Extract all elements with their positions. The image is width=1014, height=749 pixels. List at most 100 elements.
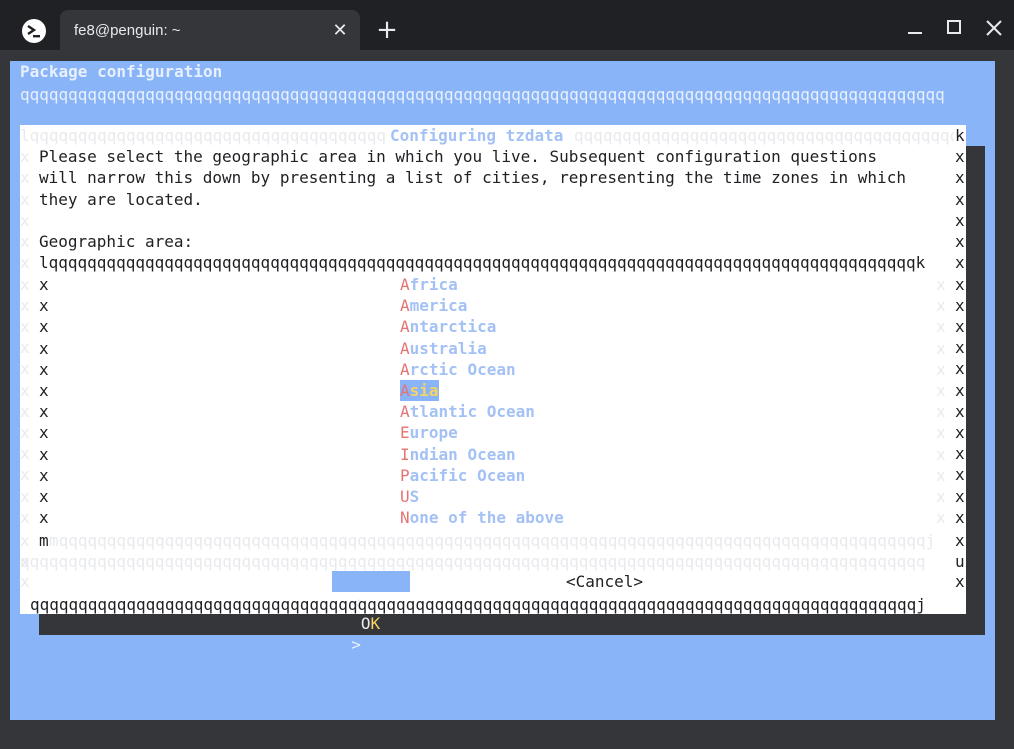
area-label: one of the above (409, 508, 564, 527)
area-label: frica (409, 275, 458, 294)
list-right-border: x (936, 275, 946, 294)
ok-label-k: K (370, 614, 381, 633)
list-left-border: x (39, 508, 49, 527)
dialog-right-border-char: u (955, 552, 965, 571)
area-option[interactable]: Indian Ocean (400, 444, 516, 465)
area-option[interactable]: Atlantic Ocean (400, 401, 535, 422)
dialog-left-border-char: x (20, 211, 30, 230)
area-option[interactable]: America (400, 295, 467, 316)
dialog-right-border-char: x (955, 190, 965, 209)
dialog-left-border-char: x (20, 296, 30, 315)
package-config-rule: qqqqqqqqqqqqqqqqqqqqqqqqqqqqqqqqqqqqqqqq… (20, 85, 945, 104)
dialog-right-border-char: x (955, 232, 965, 251)
terminal-app-icon (22, 19, 46, 43)
area-hotkey: P (400, 466, 410, 485)
dialog-left-border-char: x (20, 423, 30, 442)
list-right-border: x (936, 508, 946, 527)
separator-rule: qqqqqqqqqqqqqqqqqqqqqqqqqqqqqqqqqqqqqqqq… (20, 552, 926, 571)
area-label: rctic Ocean (409, 360, 516, 379)
area-option[interactable]: Australia (400, 338, 487, 359)
list-right-border: x (936, 487, 946, 506)
dialog-right-border-char: x (955, 275, 965, 294)
cancel-button[interactable]: <Cancel> (566, 571, 643, 592)
dialog-left-border-char: x (20, 359, 30, 378)
area-option-selected[interactable]: Asia (400, 380, 439, 401)
tab-title: fe8@penguin: ~ (74, 22, 181, 39)
dialog-left-border-char: x (20, 402, 30, 421)
ok-button[interactable]: < OK > (332, 571, 410, 654)
area-hotkey: I (400, 445, 410, 464)
list-right-border: x (936, 445, 946, 464)
dialog-top-right-rule: qqqqqqqqqqqqqqqqqqqqqqqqqqqqqqqqqqqqqqqq (574, 126, 954, 145)
minimize-button[interactable] (900, 14, 928, 42)
dialog-left-border-char: x (20, 190, 30, 209)
dialog-top-right-corner: k (955, 126, 965, 145)
dialog-right-border-char: x (955, 423, 965, 442)
ok-label-o: O (351, 614, 371, 633)
dialog-left-border-char: x (20, 338, 30, 357)
list-left-border: x (39, 275, 49, 294)
new-tab-button[interactable]: + (373, 16, 401, 44)
area-hotkey: A (400, 381, 410, 400)
dialog-right-border-char: x (955, 402, 965, 421)
area-label: sia (409, 381, 439, 400)
dialog-right-border-char: x (955, 168, 965, 187)
list-right-border: x (936, 423, 946, 442)
area-hotkey: E (400, 423, 410, 442)
dialog-right-border-char: x (955, 317, 965, 336)
dialog-right-border-char: x (955, 487, 965, 506)
maximize-button[interactable] (940, 14, 968, 42)
list-left-border: x (39, 445, 49, 464)
area-option[interactable]: Africa (400, 274, 458, 295)
dialog-right-border-char: x (955, 253, 965, 272)
dialog-right-border-char: x (955, 296, 965, 315)
ok-right-bracket: > (351, 635, 361, 654)
dialog-left-border-char: x (20, 317, 30, 336)
area-option[interactable]: Antarctica (400, 316, 496, 337)
list-left-border: x (39, 466, 49, 485)
dialog-left-border-char: x (20, 168, 30, 187)
area-option[interactable]: None of the above (400, 507, 564, 528)
area-hotkey: A (400, 317, 410, 336)
list-left-border: x (39, 360, 49, 379)
area-label: ndian Ocean (409, 445, 516, 464)
list-right-border: x (936, 381, 946, 400)
geographic-area-prompt: Geographic area: (39, 232, 194, 251)
area-option[interactable]: Arctic Ocean (400, 359, 516, 380)
dialog-right-border-char: x (955, 147, 965, 166)
list-left-border: x (39, 339, 49, 358)
dialog-left-border-char: x (20, 465, 30, 484)
area-option[interactable]: Pacific Ocean (400, 465, 525, 486)
area-label: S (409, 487, 420, 506)
dialog-right-border-char: x (955, 531, 965, 550)
area-hotkey: A (400, 296, 410, 315)
dialog-left-border-char: x (20, 508, 30, 527)
area-option[interactable]: Europe (400, 422, 458, 443)
area-label: ntarctica (409, 317, 497, 336)
dialog-left-border-char: x (20, 381, 30, 400)
close-window-button[interactable] (980, 14, 1008, 42)
area-option[interactable]: US (400, 486, 419, 507)
list-right-border: x (936, 402, 946, 421)
tab-close-icon[interactable]: ✕ (330, 19, 350, 43)
description-line-1: Please select the geographic area in whi… (39, 147, 878, 166)
dialog-right-border-char: x (955, 338, 965, 357)
dialog-left-border-char: x (20, 232, 30, 251)
area-hotkey: A (400, 402, 410, 421)
area-label: merica (409, 296, 468, 315)
dialog-title: Configuring tzdata (390, 126, 564, 145)
list-left-border: x (39, 487, 49, 506)
list-bottom-rule: mqqqqqqqqqqqqqqqqqqqqqqqqqqqqqqqqqqqqqqq… (49, 531, 936, 550)
list-left-border: x (39, 402, 49, 421)
list-right-border: x (936, 466, 946, 485)
description-line-2: will narrow this down by presenting a li… (39, 168, 906, 187)
list-left-border: x (39, 296, 49, 315)
dialog-left-border-char: x (20, 444, 30, 463)
area-label: ustralia (409, 339, 487, 358)
list-bottom-corner: m (39, 531, 49, 550)
description-line-3: they are located. (39, 190, 203, 209)
dialog-top-left-rule: lqqqqqqqqqqqqqqqqqqqqqqqqqqqqqqqqqqqqq (20, 126, 387, 145)
area-hotkey: A (400, 275, 410, 294)
list-left-border: x (39, 317, 49, 336)
dialog-left-border-char: x (20, 253, 30, 272)
